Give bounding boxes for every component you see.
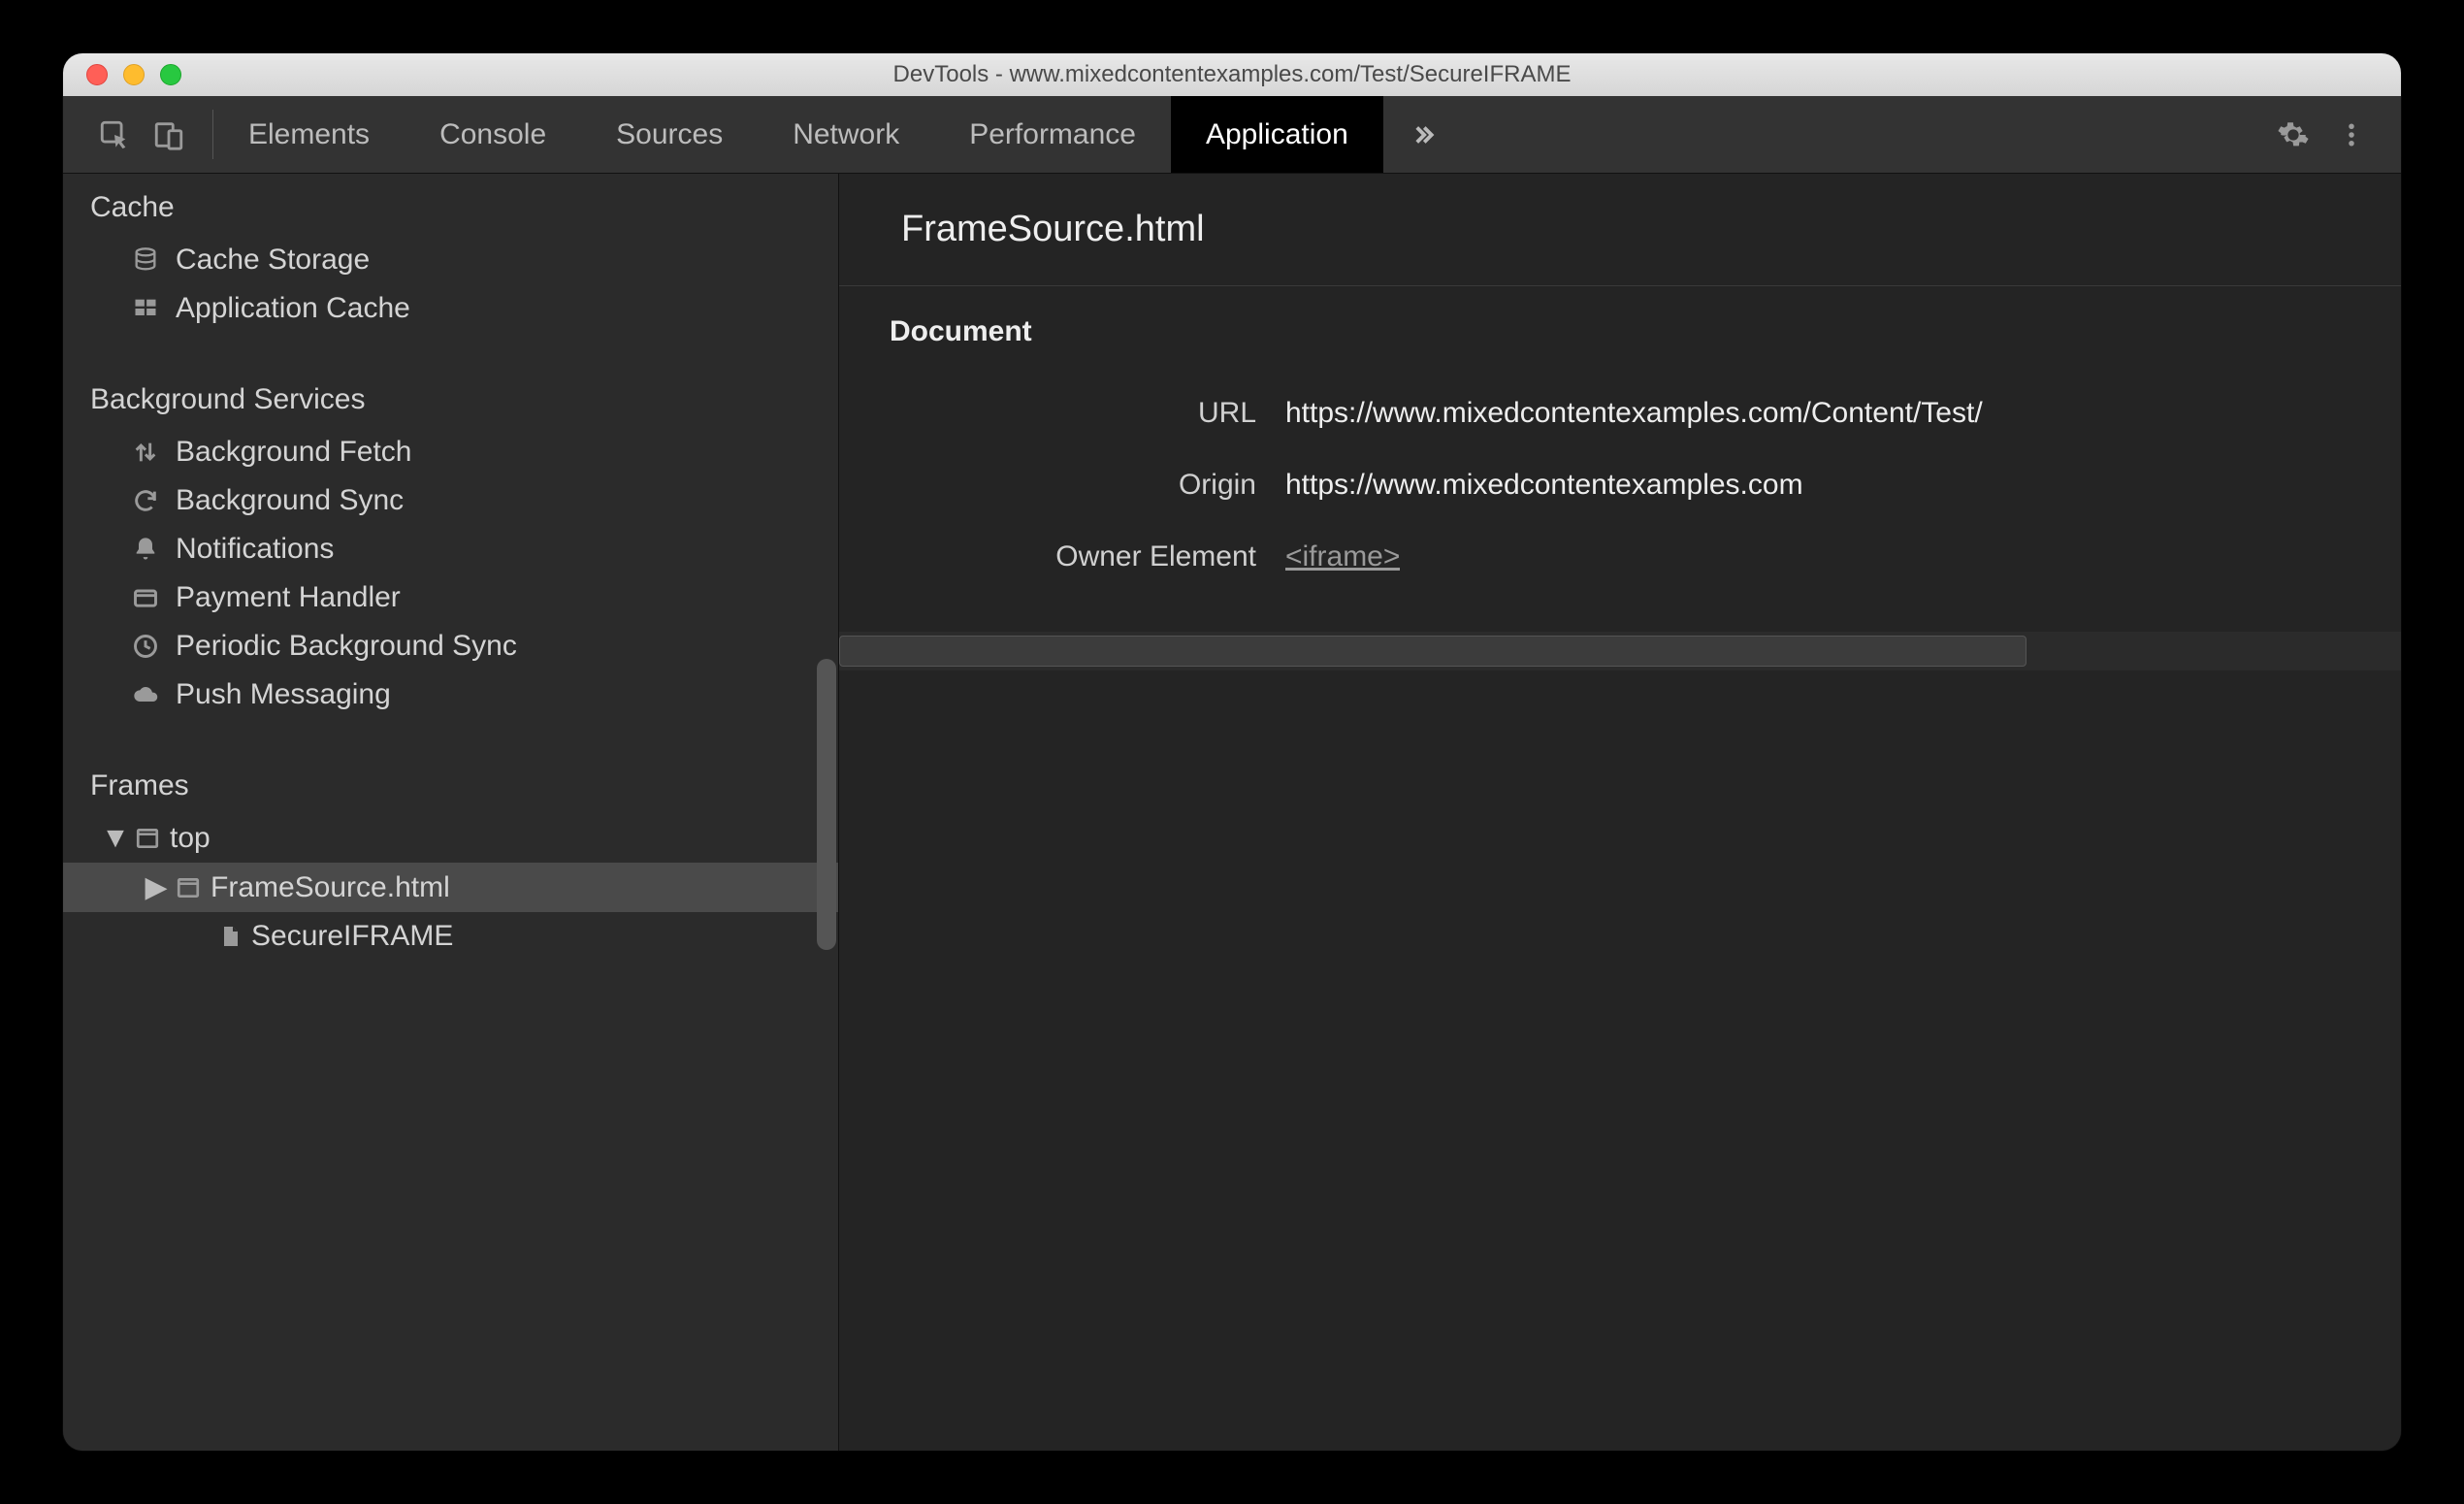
row-origin: Origin https://www.mixedcontentexamples.… xyxy=(839,449,2401,521)
label-url: URL xyxy=(839,397,1285,430)
inspect-icon[interactable] xyxy=(98,118,131,151)
section-document-title: Document xyxy=(839,286,2401,377)
tabs: Elements Console Sources Network Perform… xyxy=(213,96,1383,173)
page-title: FrameSource.html xyxy=(839,174,2401,285)
tab-elements[interactable]: Elements xyxy=(213,96,405,173)
kebab-menu-icon[interactable] xyxy=(2337,118,2366,151)
chevron-right-icon: ▶ xyxy=(146,870,166,904)
frames-framesource[interactable]: ▶ FrameSource.html xyxy=(63,863,838,912)
document-icon xyxy=(218,924,242,949)
scrollbar-thumb[interactable] xyxy=(839,636,2026,667)
sidebar-item-label: Cache Storage xyxy=(176,244,370,277)
sidebar-item-label: Push Messaging xyxy=(176,678,391,711)
close-button[interactable] xyxy=(86,64,108,85)
row-url: URL https://www.mixedcontentexamples.com… xyxy=(839,377,2401,449)
frames-item-label: top xyxy=(170,822,211,855)
body: Cache Cache Storage Application Cache Ba… xyxy=(63,174,2401,1451)
sidebar-item-application-cache[interactable]: Application Cache xyxy=(63,284,838,333)
chevron-down-icon: ▼ xyxy=(106,822,125,855)
label-origin: Origin xyxy=(839,469,1285,502)
value-origin: https://www.mixedcontentexamples.com xyxy=(1285,469,1803,502)
sidebar-item-notifications[interactable]: Notifications xyxy=(63,525,838,573)
titlebar: DevTools - www.mixedcontentexamples.com/… xyxy=(63,53,2401,96)
sidebar-item-label: Notifications xyxy=(176,533,334,566)
tab-sources[interactable]: Sources xyxy=(581,96,758,173)
row-owner-element: Owner Element <iframe> xyxy=(839,521,2401,593)
tab-application[interactable]: Application xyxy=(1171,96,1383,173)
sidebar-item-cache-storage[interactable]: Cache Storage xyxy=(63,236,838,284)
value-owner-element-link[interactable]: <iframe> xyxy=(1285,540,1400,572)
window-icon xyxy=(176,875,201,900)
frames-item-label: SecureIFRAME xyxy=(251,920,453,953)
cloud-icon xyxy=(129,681,162,708)
sidebar-item-label: Periodic Background Sync xyxy=(176,630,517,663)
section-background-title: Background Services xyxy=(63,366,838,428)
window-icon xyxy=(135,826,160,851)
label-owner-element: Owner Element xyxy=(839,540,1285,573)
sidebar-item-label: Background Fetch xyxy=(176,436,411,469)
devtools-window: DevTools - www.mixedcontentexamples.com/… xyxy=(63,53,2401,1451)
card-icon xyxy=(129,584,162,611)
main-panel: FrameSource.html Document URL https://ww… xyxy=(839,174,2401,1451)
minimize-button[interactable] xyxy=(123,64,145,85)
value-url: https://www.mixedcontentexamples.com/Con… xyxy=(1285,397,1983,430)
sidebar-item-background-fetch[interactable]: Background Fetch xyxy=(63,428,838,476)
more-tabs-button[interactable] xyxy=(1383,96,1463,173)
maximize-button[interactable] xyxy=(160,64,181,85)
section-frames-title: Frames xyxy=(63,752,838,814)
sidebar-item-background-sync[interactable]: Background Sync xyxy=(63,476,838,525)
horizontal-scrollbar[interactable] xyxy=(839,632,2401,670)
clock-icon xyxy=(129,633,162,660)
sync-icon xyxy=(129,487,162,514)
sidebar-item-label: Payment Handler xyxy=(176,581,401,614)
arrows-updown-icon xyxy=(129,439,162,466)
bell-icon xyxy=(129,536,162,563)
sidebar-item-push-messaging[interactable]: Push Messaging xyxy=(63,670,838,719)
sidebar-item-label: Application Cache xyxy=(176,292,410,325)
sidebar: Cache Cache Storage Application Cache Ba… xyxy=(63,174,839,1451)
settings-icon[interactable] xyxy=(2277,118,2310,151)
device-toggle-icon[interactable] xyxy=(152,118,185,151)
section-cache-title: Cache xyxy=(63,174,838,236)
sidebar-item-label: Background Sync xyxy=(176,484,404,517)
frames-top[interactable]: ▼ top xyxy=(63,814,838,863)
window-title: DevTools - www.mixedcontentexamples.com/… xyxy=(63,61,2401,88)
database-icon xyxy=(129,246,162,274)
sidebar-item-payment-handler[interactable]: Payment Handler xyxy=(63,573,838,622)
sidebar-scrollbar[interactable] xyxy=(815,174,838,1451)
tabbar: Elements Console Sources Network Perform… xyxy=(63,96,2401,174)
traffic-lights xyxy=(63,64,181,85)
scrollbar-thumb[interactable] xyxy=(817,659,836,950)
tab-console[interactable]: Console xyxy=(405,96,581,173)
grid-icon xyxy=(129,295,162,322)
tab-performance[interactable]: Performance xyxy=(934,96,1171,173)
sidebar-item-periodic-sync[interactable]: Periodic Background Sync xyxy=(63,622,838,670)
tab-network[interactable]: Network xyxy=(758,96,934,173)
frames-item-label: FrameSource.html xyxy=(211,871,450,904)
frames-secureiframe[interactable]: SecureIFRAME xyxy=(63,912,838,961)
